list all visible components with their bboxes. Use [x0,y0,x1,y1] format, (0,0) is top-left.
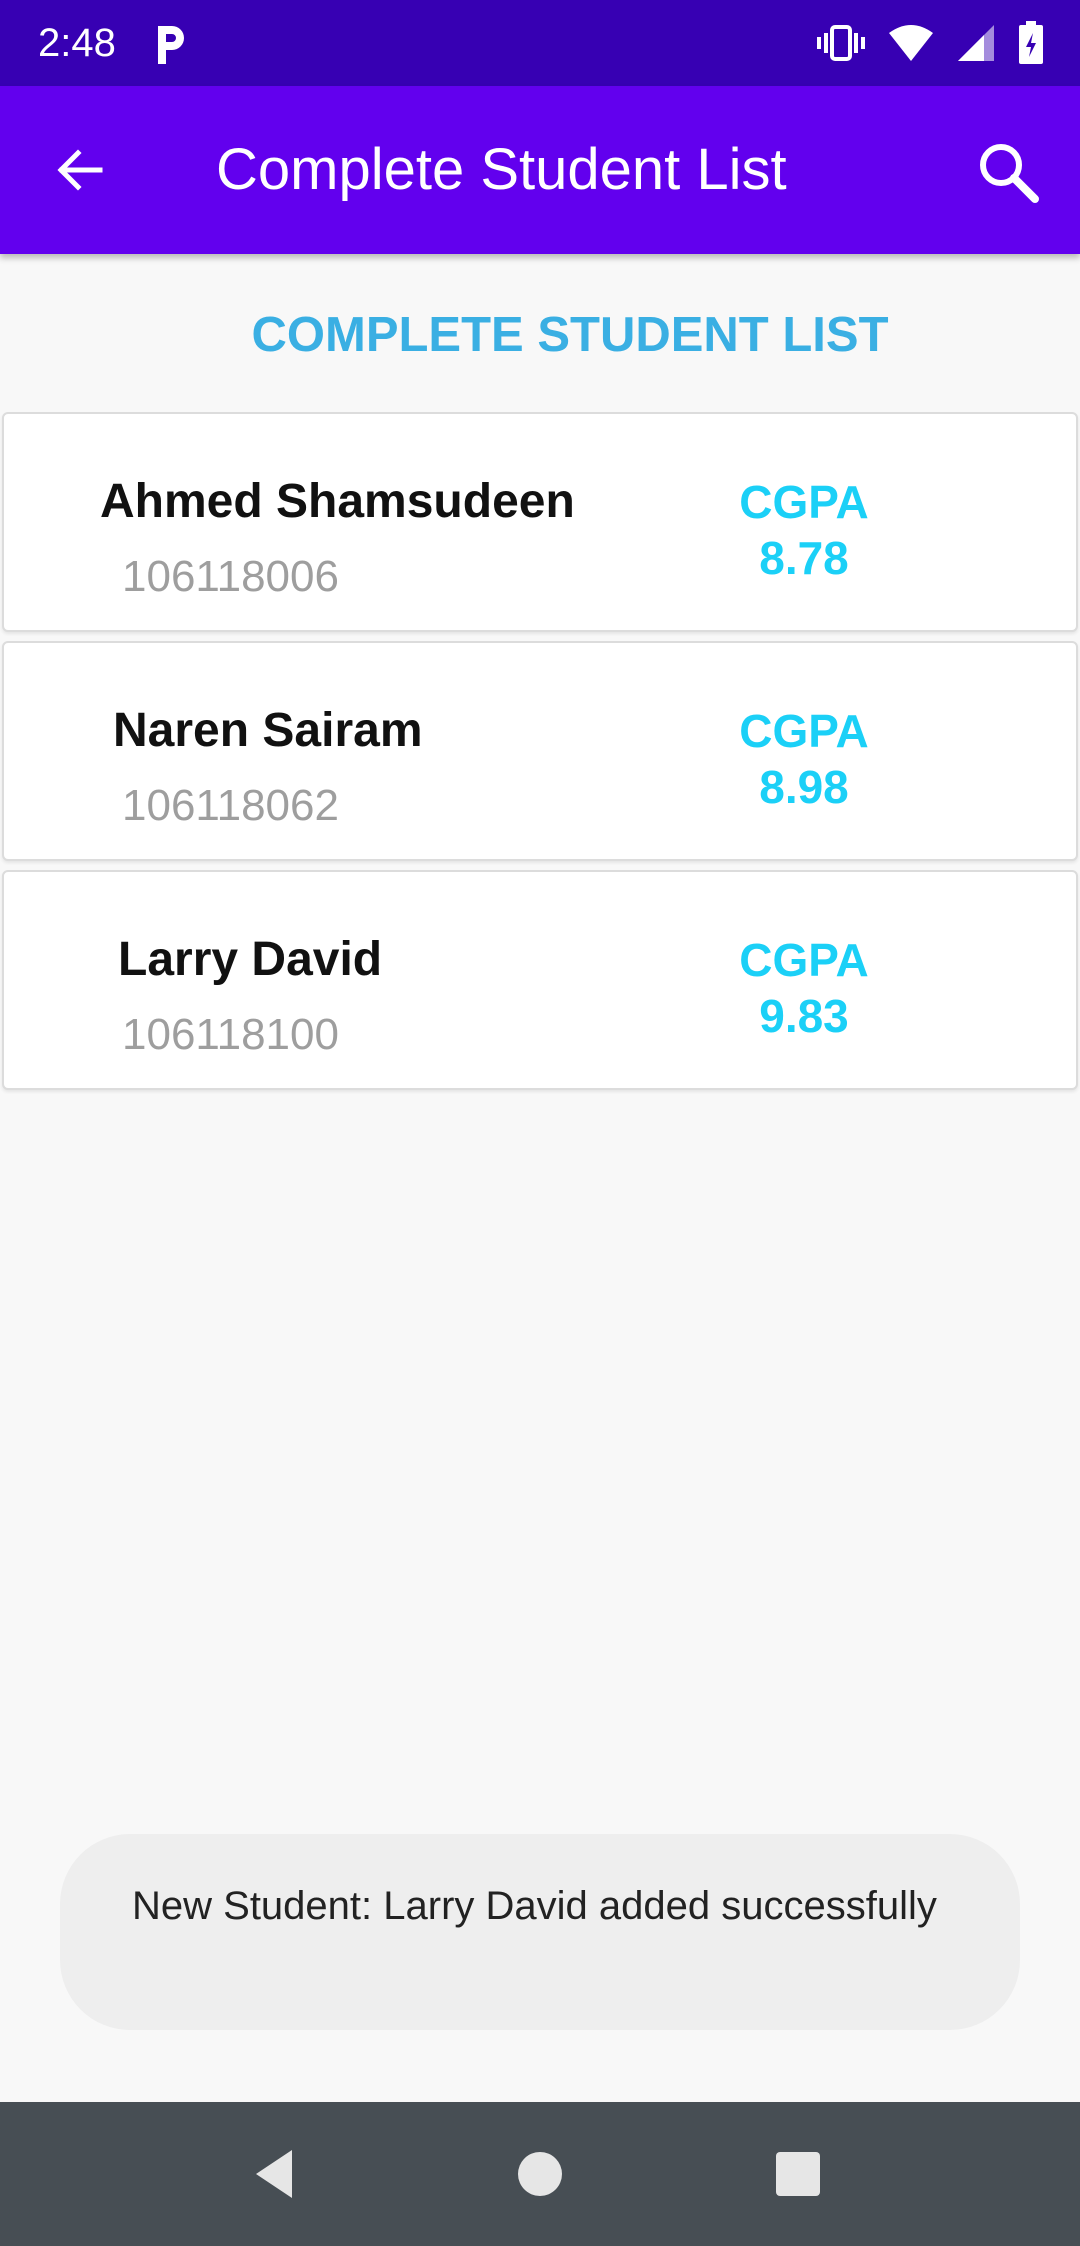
parking-p-icon [158,26,184,64]
student-name: Ahmed Shamsudeen [100,475,575,528]
nav-recents-button[interactable] [758,2134,838,2214]
nav-back-icon [256,2150,292,2198]
nav-home-icon [518,2152,562,2196]
battery-icon [1019,21,1043,64]
student-list: Ahmed Shamsudeen 106118006 CGPA 8.78 Nar… [2,412,1078,1099]
status-icons [816,18,1044,68]
cgpa-label: CGPA [739,476,869,528]
cgpa-value: 9.83 [759,990,849,1042]
nav-home-button[interactable] [500,2134,580,2214]
student-roll-number: 106118006 [122,552,339,601]
wifi-icon [889,25,933,61]
back-button[interactable] [40,130,120,210]
navigation-bar [0,2102,1080,2246]
status-bar: 2:48 [0,0,1080,86]
search-icon [980,144,1039,203]
cgpa-label: CGPA [739,705,869,757]
student-card[interactable]: Larry David 106118100 CGPA 9.83 [2,870,1078,1090]
cgpa-label: CGPA [739,934,869,986]
section-heading: COMPLETE STUDENT LIST [251,308,889,362]
page-title: Complete Student List [216,137,787,202]
status-time: 2:48 [38,21,116,65]
app-bar: Complete Student List [0,86,1080,254]
nav-back-button[interactable] [236,2134,316,2214]
student-name: Larry David [118,933,383,986]
cgpa-value: 8.98 [759,761,849,813]
student-card[interactable]: Ahmed Shamsudeen 106118006 CGPA 8.78 [2,412,1078,632]
nav-recents-icon [776,2152,820,2196]
student-name: Naren Sairam [113,704,423,757]
arrow-back-icon [57,149,103,191]
student-roll-number: 106118100 [122,1010,339,1059]
toast-message: New Student: Larry David added successfu… [60,1834,1020,2030]
cgpa-value: 8.78 [759,532,849,584]
student-roll-number: 106118062 [122,781,339,830]
signal-icon [958,25,994,61]
vibrate-icon [817,25,865,61]
search-button[interactable] [966,130,1050,214]
student-card[interactable]: Naren Sairam 106118062 CGPA 8.98 [2,641,1078,861]
